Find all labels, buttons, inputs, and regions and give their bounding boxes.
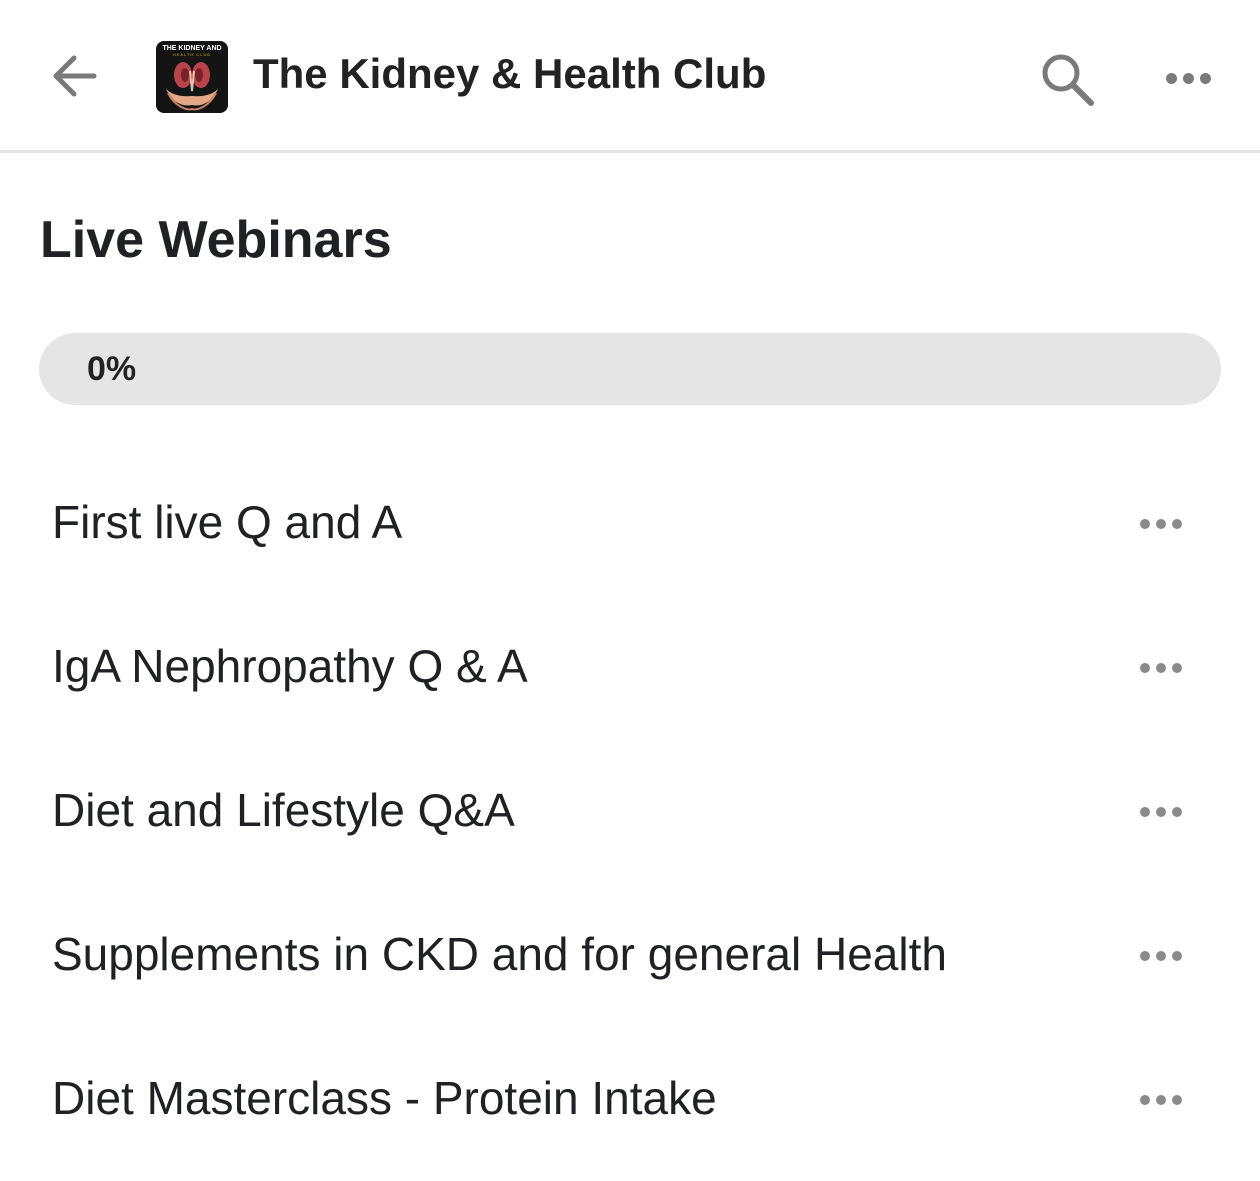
lesson-title: IgA Nephropathy Q & A [52, 640, 528, 692]
progress-label: 0% [87, 350, 137, 388]
lesson-title: Diet and Lifestyle Q&A [52, 784, 515, 836]
lesson-more-button[interactable] [1126, 646, 1196, 690]
lesson-list: First live Q and A IgA Nephropathy Q & A… [0, 452, 1260, 1172]
arrow-left-icon [53, 55, 97, 97]
lesson-item[interactable]: Diet and Lifestyle Q&A [0, 740, 1260, 884]
lesson-item[interactable]: IgA Nephropathy Q & A [0, 596, 1260, 740]
lesson-title: Supplements in CKD and for general Healt… [52, 928, 947, 980]
app-header: THE KIDNEY AND HEALTH CLUB The Kidney & … [0, 0, 1260, 153]
search-button[interactable] [1034, 46, 1100, 112]
lesson-more-button[interactable] [1126, 1078, 1196, 1122]
section-title: Live Webinars [40, 211, 392, 269]
lesson-more-button[interactable] [1126, 934, 1196, 978]
app-title: The Kidney & Health Club [253, 50, 767, 97]
logo-text-bottom: HEALTH CLUB [173, 53, 211, 57]
more-horizontal-icon [1140, 663, 1182, 673]
lesson-title: First live Q and A [52, 496, 403, 548]
more-horizontal-icon [1140, 1095, 1182, 1105]
progress-bar: 0% [39, 333, 1221, 405]
more-horizontal-icon [1165, 72, 1211, 84]
logo-text-top: THE KIDNEY AND [162, 45, 221, 52]
lesson-item[interactable]: Supplements in CKD and for general Healt… [0, 884, 1260, 1028]
club-logo: THE KIDNEY AND HEALTH CLUB [156, 41, 228, 113]
lesson-more-button[interactable] [1126, 502, 1196, 546]
more-horizontal-icon [1140, 519, 1182, 529]
lesson-item[interactable]: Diet Masterclass - Protein Intake [0, 1028, 1260, 1172]
lesson-item[interactable]: First live Q and A [0, 452, 1260, 596]
more-horizontal-icon [1140, 807, 1182, 817]
back-button[interactable] [40, 42, 108, 110]
search-icon [1042, 54, 1094, 106]
lesson-more-button[interactable] [1126, 790, 1196, 834]
lesson-title: Diet Masterclass - Protein Intake [52, 1072, 717, 1124]
more-horizontal-icon [1140, 951, 1182, 961]
header-more-button[interactable] [1152, 52, 1224, 104]
